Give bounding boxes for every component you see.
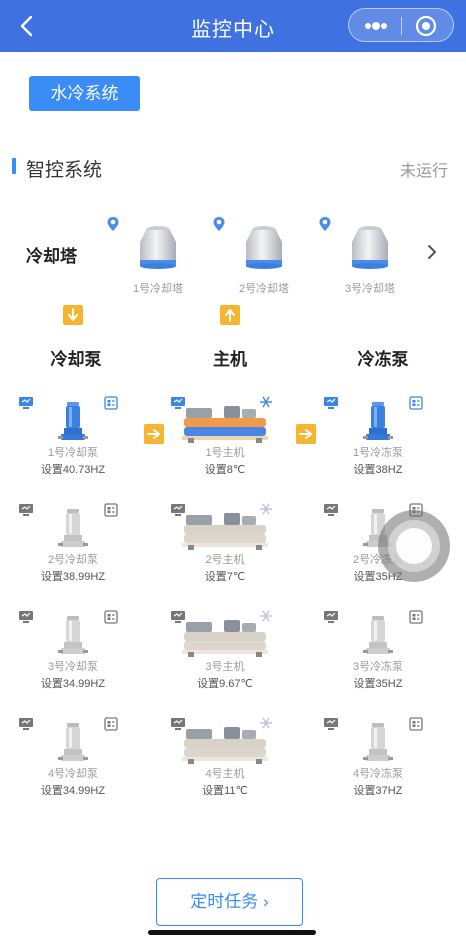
unit-name: 3号主机 xyxy=(205,661,245,673)
home-indicator xyxy=(148,930,316,935)
cooling-tower-name: 3号冷却塔 xyxy=(344,283,396,295)
cooling-tower-1[interactable]: 1号冷却塔 xyxy=(106,216,206,306)
cooling-tower-label: 冷却塔 xyxy=(26,247,77,266)
chiller-host-image xyxy=(180,400,270,449)
chilled-pump-unit[interactable]: 1号冷冻泵设置38HZ xyxy=(323,396,433,496)
host-unit[interactable]: 1号主机设置8℃ xyxy=(170,396,280,496)
unit-setting: 设置11℃ xyxy=(202,785,248,797)
nav-header: 监控中心 xyxy=(0,0,466,52)
chevron-right-icon[interactable] xyxy=(424,242,440,262)
cooling-pump-unit[interactable]: 3号冷却泵设置34.99HZ xyxy=(18,610,128,710)
water-cooling-system-button[interactable]: 水冷系统 xyxy=(29,76,140,111)
arrow-up-icon xyxy=(220,305,240,325)
monitor-icon[interactable] xyxy=(18,717,34,731)
column-head-host: 主机 xyxy=(213,350,247,369)
monitor-icon[interactable] xyxy=(18,396,34,410)
arrow-right-icon xyxy=(296,424,316,444)
arrow-down-icon xyxy=(63,305,83,325)
unit-name: 1号冷冻泵 xyxy=(352,447,404,459)
unit-name: 1号冷却泵 xyxy=(47,447,99,459)
scheduled-task-label: 定时任务 xyxy=(190,892,259,911)
cooling-tower-image xyxy=(246,226,282,269)
chevron-right-icon: › xyxy=(263,892,269,911)
location-pin-icon xyxy=(319,217,331,231)
unit-setting: 设置34.99HZ xyxy=(40,678,106,690)
host-unit[interactable]: 3号主机设置9.67℃ xyxy=(170,610,280,710)
chilled-pump-unit[interactable]: 4号冷冻泵设置37HZ xyxy=(323,717,433,817)
unit-setting: 设置35HZ xyxy=(353,678,403,690)
unit-setting: 设置9.67℃ xyxy=(197,678,253,690)
pump-image xyxy=(363,614,393,663)
mini-program-capsule xyxy=(348,8,454,42)
pump-image xyxy=(363,721,393,770)
location-pin-icon xyxy=(107,217,119,231)
column-head-chilled-pump: 冷冻泵 xyxy=(357,350,409,369)
pump-image xyxy=(58,721,88,770)
unit-setting: 设置7℃ xyxy=(204,571,246,583)
unit-setting: 设置34.99HZ xyxy=(40,785,106,797)
monitor-icon[interactable] xyxy=(323,610,339,624)
unit-name: 4号冷冻泵 xyxy=(352,768,404,780)
cooling-pump-unit[interactable]: 2号冷却泵设置38.99HZ xyxy=(18,503,128,603)
config-icon[interactable] xyxy=(104,396,118,410)
unit-name: 4号主机 xyxy=(205,768,245,780)
cooling-tower-image xyxy=(140,226,176,269)
section-title: 智控系统 xyxy=(26,160,103,181)
unit-name: 2号主机 xyxy=(205,554,245,566)
cooling-tower-image xyxy=(352,226,388,269)
unit-name: 1号主机 xyxy=(205,447,245,459)
unit-name: 4号冷却泵 xyxy=(47,768,99,780)
unit-setting: 设置40.73HZ xyxy=(40,464,106,476)
chiller-host-image xyxy=(180,614,270,663)
host-unit[interactable]: 4号主机设置11℃ xyxy=(170,717,280,817)
more-icon[interactable] xyxy=(363,18,389,34)
monitor-icon[interactable] xyxy=(323,503,339,517)
arrow-right-icon xyxy=(144,424,164,444)
monitor-icon[interactable] xyxy=(18,503,34,517)
monitor-icon[interactable] xyxy=(323,717,339,731)
section-accent-bar xyxy=(12,158,16,174)
cooling-tower-name: 2号冷却塔 xyxy=(238,283,290,295)
cooling-pump-unit[interactable]: 4号冷却泵设置34.99HZ xyxy=(18,717,128,817)
location-pin-icon xyxy=(213,217,225,231)
assistive-touch-button[interactable] xyxy=(378,510,450,582)
unit-name: 3号冷却泵 xyxy=(47,661,99,673)
scheduled-task-button[interactable]: 定时任务 › xyxy=(156,878,303,926)
assistive-touch-core xyxy=(396,528,432,564)
host-unit[interactable]: 2号主机设置7℃ xyxy=(170,503,280,603)
cooling-pump-unit[interactable]: 1号冷却泵设置40.73HZ xyxy=(18,396,128,496)
pump-image xyxy=(58,614,88,663)
config-icon[interactable] xyxy=(409,717,423,731)
unit-setting: 设置8℃ xyxy=(204,464,246,476)
monitor-icon[interactable] xyxy=(323,396,339,410)
config-icon[interactable] xyxy=(104,610,118,624)
unit-name: 3号冷冻泵 xyxy=(352,661,404,673)
chiller-host-image xyxy=(180,507,270,556)
pump-image xyxy=(58,507,88,556)
cooling-tower-3[interactable]: 3号冷却塔 xyxy=(318,216,418,306)
unit-setting: 设置38.99HZ xyxy=(40,571,106,583)
pump-image xyxy=(363,400,393,449)
cooling-tower-name: 1号冷却塔 xyxy=(132,283,184,295)
config-icon[interactable] xyxy=(409,610,423,624)
config-icon[interactable] xyxy=(104,503,118,517)
target-icon[interactable] xyxy=(415,15,437,37)
unit-name: 2号冷却泵 xyxy=(47,554,99,566)
pump-image xyxy=(58,400,88,449)
config-icon[interactable] xyxy=(409,396,423,410)
monitor-icon[interactable] xyxy=(18,610,34,624)
capsule-divider xyxy=(401,17,402,35)
chiller-host-image xyxy=(180,721,270,770)
chilled-pump-unit[interactable]: 3号冷冻泵设置35HZ xyxy=(323,610,433,710)
unit-setting: 设置38HZ xyxy=(353,464,403,476)
section-status: 未运行 xyxy=(399,163,448,180)
config-icon[interactable] xyxy=(104,717,118,731)
column-head-cooling-pump: 冷却泵 xyxy=(50,350,102,369)
unit-setting: 设置37HZ xyxy=(353,785,403,797)
cooling-tower-2[interactable]: 2号冷却塔 xyxy=(212,216,312,306)
